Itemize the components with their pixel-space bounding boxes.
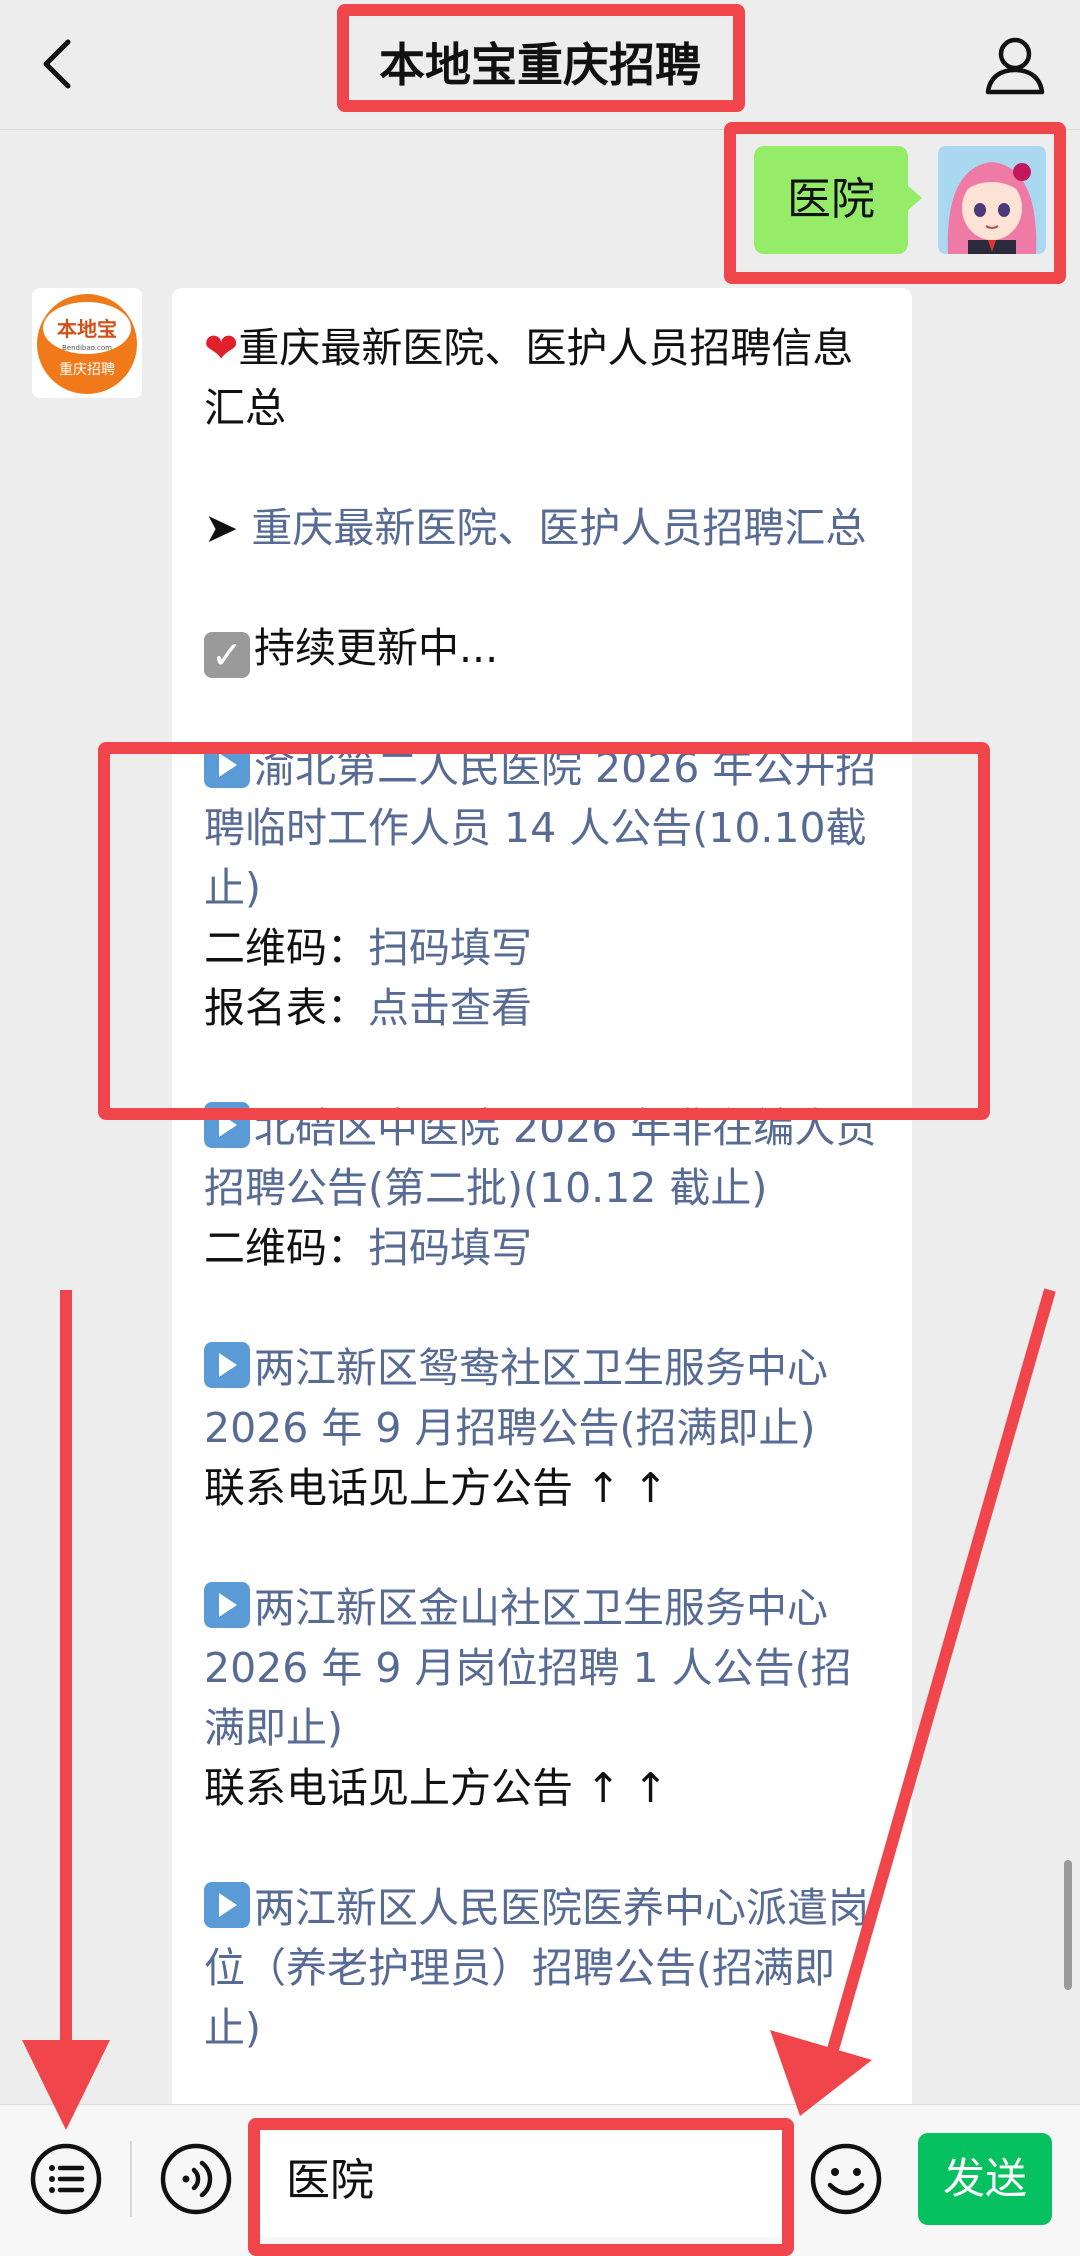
play-icon [204,1882,250,1928]
voice-button[interactable] [158,2141,234,2217]
svg-text:本地宝: 本地宝 [57,317,117,341]
emoji-icon [810,2143,882,2215]
job-item-note: 联系电话见上方公告 ↑ ↑ [204,1764,668,1812]
intro-paragraph: ❤重庆最新医院、医护人员招聘信息汇总 [204,318,882,438]
toolbar-divider [130,2141,132,2217]
list-menu-icon [30,2143,102,2215]
annotation-box-outgoing [724,122,1066,284]
qr-code-link[interactable]: 扫码填写 [368,1224,532,1272]
status-paragraph: ✓ 持续更新中... [204,618,882,678]
annotation-box-title [337,4,745,112]
scrollbar[interactable] [1064,1860,1072,1990]
intro-text: 重庆最新医院、医护人员招聘信息汇总 [204,324,854,432]
arrow-to-menu [22,1290,110,2130]
job-title-link[interactable]: 两江新区人民医院医养中心派遣岗位（养老护理员）招聘公告(招满即止) [204,1884,869,2052]
checkbox-icon: ✓ [204,632,250,678]
profile-button[interactable] [980,30,1050,100]
job-item-line: 二维码：扫码填写 [204,1218,882,1278]
incoming-message-bubble: ❤重庆最新医院、医护人员招聘信息汇总 ➤ 重庆最新医院、医护人员招聘汇总 ✓ 持续… [172,288,912,2118]
job-title-link[interactable]: 两江新区鸳鸯社区卫生服务中心 2026 年 9 月招聘公告(招满即止) [204,1344,828,1452]
menu-button[interactable] [28,2141,104,2217]
job-item: 两江新区人民医院医养中心派遣岗位（养老护理员）招聘公告(招满即止) [204,1878,882,2058]
job-item: 两江新区鸳鸯社区卫生服务中心 2026 年 9 月招聘公告(招满即止) [204,1338,882,1458]
send-button[interactable]: 发送 [918,2133,1052,2225]
job-title-link[interactable]: 两江新区金山社区卫生服务中心 2026 年 9 月岗位招聘 1 人公告(招满即止… [204,1584,852,1752]
voice-icon [160,2143,232,2215]
heart-icon: ❤ [204,324,239,372]
arrow-right-icon: ➤ [204,504,252,552]
status-text: 持续更新中... [254,624,499,672]
annotation-box-input [248,2118,794,2256]
summary-paragraph: ➤ 重庆最新医院、医护人员招聘汇总 [204,498,882,558]
summary-link[interactable]: 重庆最新医院、医护人员招聘汇总 [251,504,866,552]
play-icon [204,1342,250,1388]
emoji-button[interactable] [808,2141,884,2217]
job-item: 两江新区金山社区卫生服务中心 2026 年 9 月岗位招聘 1 人公告(招满即止… [204,1578,882,1758]
svg-text:Bendibao.com: Bendibao.com [62,344,112,352]
annotation-box-job-item [98,742,990,1120]
official-account-avatar[interactable]: 本地宝 Bendibao.com 重庆招聘 [32,288,142,398]
play-icon [204,1582,250,1628]
person-icon [985,37,1045,95]
job-title-link[interactable]: 北碚区中医院 2026 年非在编人员招聘公告(第二批)(10.12 截止) [204,1104,876,1212]
job-item-note: 联系电话见上方公告 ↑ ↑ [204,1464,668,1512]
line-label: 二维码： [204,1224,368,1272]
svg-text:重庆招聘: 重庆招聘 [59,362,115,378]
bendibao-logo: 本地宝 Bendibao.com 重庆招聘 [32,288,142,398]
